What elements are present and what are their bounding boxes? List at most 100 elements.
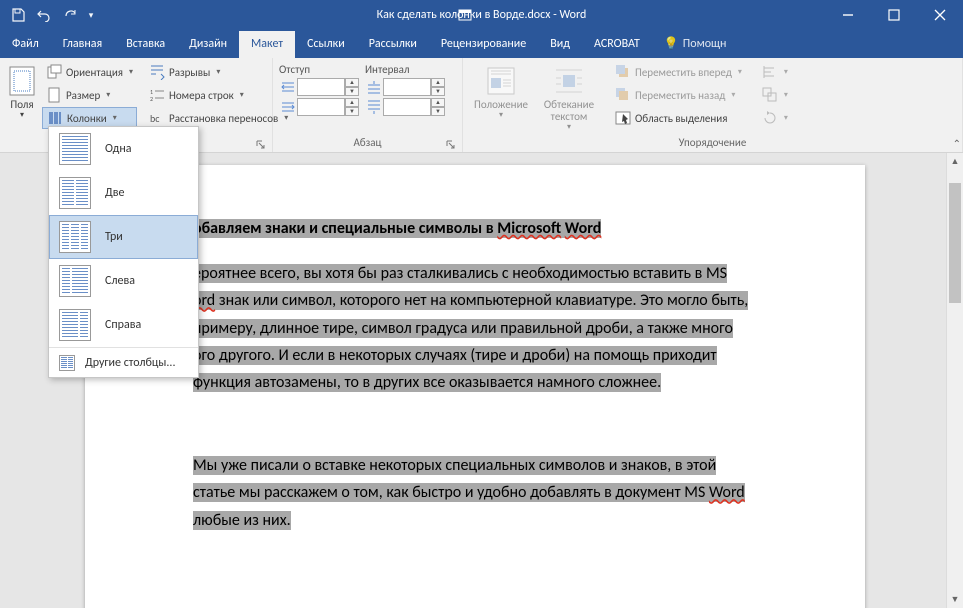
spin-up[interactable]: ▲ — [345, 98, 359, 107]
orientation-icon — [46, 64, 62, 80]
svg-text:bc: bc — [150, 112, 160, 125]
wrap-text-button: Обтекание текстом▾ — [539, 61, 599, 132]
tab-design[interactable]: Дизайн — [177, 31, 239, 58]
spacing-before-icon — [365, 78, 383, 96]
columns-more[interactable]: Другие столбцы... — [49, 347, 198, 377]
scroll-thumb[interactable] — [949, 183, 961, 303]
bring-forward-label: Переместить вперед — [635, 66, 732, 79]
indent-left[interactable]: ▲▼ — [279, 78, 359, 96]
close-button[interactable] — [917, 0, 963, 30]
spin-down[interactable]: ▼ — [345, 87, 359, 96]
minimize-button[interactable] — [825, 0, 871, 30]
undo-button[interactable] — [32, 3, 56, 27]
tell-me[interactable]: 💡 Помощн — [652, 30, 739, 58]
spacing-before[interactable]: ▲▼ — [365, 78, 445, 96]
columns-right-label: Справа — [105, 318, 141, 332]
tab-review[interactable]: Рецензирование — [429, 31, 538, 58]
ribbon-tabs: Файл Главная Вставка Дизайн Макет Ссылки… — [0, 30, 963, 58]
breaks-button[interactable]: Разрывы▾ — [145, 61, 292, 83]
doc-heading: обавляем знаки и специальные символы в M… — [193, 219, 601, 238]
title-bar: ▾ Как сделать колонки в Ворде.docx - Wor… — [0, 0, 963, 30]
send-backward-icon — [615, 87, 631, 103]
collapse-ribbon[interactable]: ⌃ — [953, 137, 961, 150]
position-icon — [485, 65, 517, 97]
size-label: Размер — [66, 89, 100, 102]
selection-pane-label: Область выделения — [635, 112, 727, 125]
bulb-icon: 💡 — [664, 36, 679, 51]
columns-two-label: Две — [105, 186, 124, 200]
tab-home[interactable]: Главная — [51, 31, 114, 58]
save-button[interactable] — [6, 3, 30, 27]
hyphenation-label: Расстановка переносов — [169, 112, 278, 125]
columns-three-thumb — [59, 221, 91, 253]
vertical-scrollbar[interactable]: ▲ ▼ — [946, 153, 963, 608]
columns-one-thumb — [59, 133, 91, 165]
spin-up[interactable]: ▲ — [431, 98, 445, 107]
align-button: ▾ — [758, 61, 792, 83]
indent-right[interactable]: ▲▼ — [279, 98, 359, 116]
size-button[interactable]: Размер▾ — [42, 84, 137, 106]
tab-insert[interactable]: Вставка — [114, 31, 177, 58]
tab-view[interactable]: Вид — [538, 31, 582, 58]
page-setup-launcher[interactable] — [256, 136, 268, 148]
columns-two[interactable]: Две — [49, 171, 198, 215]
group-objects-button: ▾ — [758, 84, 792, 106]
indent-right-input[interactable] — [297, 98, 345, 116]
window-title: Как сделать колонки в Ворде.docx - Word — [377, 8, 587, 22]
spin-up[interactable]: ▲ — [345, 78, 359, 87]
qat-customize[interactable]: ▾ — [84, 3, 98, 27]
line-numbers-icon: 12 — [149, 87, 165, 103]
columns-three[interactable]: Три — [49, 215, 198, 259]
group-arrange: Положение▾ Обтекание текстом▾ Переместит… — [463, 58, 963, 152]
spin-up[interactable]: ▲ — [431, 78, 445, 87]
margins-button[interactable]: Поля▾ — [6, 61, 38, 129]
columns-left-label: Слева — [105, 274, 135, 288]
columns-three-label: Три — [105, 230, 123, 244]
columns-more-icon — [59, 355, 75, 371]
wrap-label: Обтекание текстом — [544, 98, 594, 123]
size-icon — [46, 87, 62, 103]
orientation-button[interactable]: Ориентация▾ — [42, 61, 137, 83]
tab-mailings[interactable]: Рассылки — [357, 31, 429, 58]
wrap-icon — [553, 65, 585, 97]
ribbon: Поля▾ Ориентация▾ Размер▾ Колонки▾ Разры… — [0, 58, 963, 153]
page[interactable]: обавляем знаки и специальные символы в M… — [85, 165, 865, 608]
tab-acrobat[interactable]: ACROBAT — [582, 31, 652, 58]
tab-references[interactable]: Ссылки — [295, 31, 357, 58]
position-label: Положение — [474, 98, 528, 111]
spin-down[interactable]: ▼ — [431, 87, 445, 96]
columns-left[interactable]: Слева — [49, 259, 198, 303]
bring-forward-icon — [615, 64, 631, 80]
paragraph-launcher[interactable] — [446, 136, 458, 148]
columns-right[interactable]: Справа — [49, 303, 198, 347]
spin-down[interactable]: ▼ — [345, 107, 359, 116]
columns-right-thumb — [59, 309, 91, 341]
scroll-up[interactable]: ▲ — [947, 153, 963, 170]
tab-layout[interactable]: Макет — [239, 31, 295, 58]
spacing-after[interactable]: ▲▼ — [365, 98, 445, 116]
tell-me-label: Помощн — [683, 37, 727, 51]
spacing-before-input[interactable] — [383, 78, 431, 96]
maximize-button[interactable] — [871, 0, 917, 30]
columns-more-label: Другие столбцы... — [85, 356, 175, 370]
columns-one[interactable]: Одна — [49, 127, 198, 171]
group-arrange-label: Упорядочение — [463, 136, 962, 149]
spacing-after-icon — [365, 98, 383, 116]
breaks-label: Разрывы — [169, 66, 210, 79]
doc-paragraph-2: Мы уже писали о вставке некоторых специа… — [193, 452, 831, 534]
columns-two-thumb — [59, 177, 91, 209]
hyphenation-icon: bc — [149, 110, 165, 126]
scroll-down[interactable]: ▼ — [947, 591, 963, 608]
margins-icon — [6, 65, 38, 97]
indent-left-input[interactable] — [297, 78, 345, 96]
spin-down[interactable]: ▼ — [431, 107, 445, 116]
redo-button[interactable] — [58, 3, 82, 27]
columns-dropdown: Одна Две Три Слева Справа Другие столбцы… — [48, 126, 199, 378]
line-numbers-button[interactable]: 12Номера строк▾ — [145, 84, 292, 106]
breaks-icon — [149, 64, 165, 80]
document-content[interactable]: обавляем знаки и специальные символы в M… — [85, 165, 865, 534]
selection-pane-button[interactable]: Область выделения — [611, 107, 746, 129]
tab-file[interactable]: Файл — [0, 31, 51, 58]
spacing-after-input[interactable] — [383, 98, 431, 116]
svg-text:2: 2 — [150, 95, 153, 103]
